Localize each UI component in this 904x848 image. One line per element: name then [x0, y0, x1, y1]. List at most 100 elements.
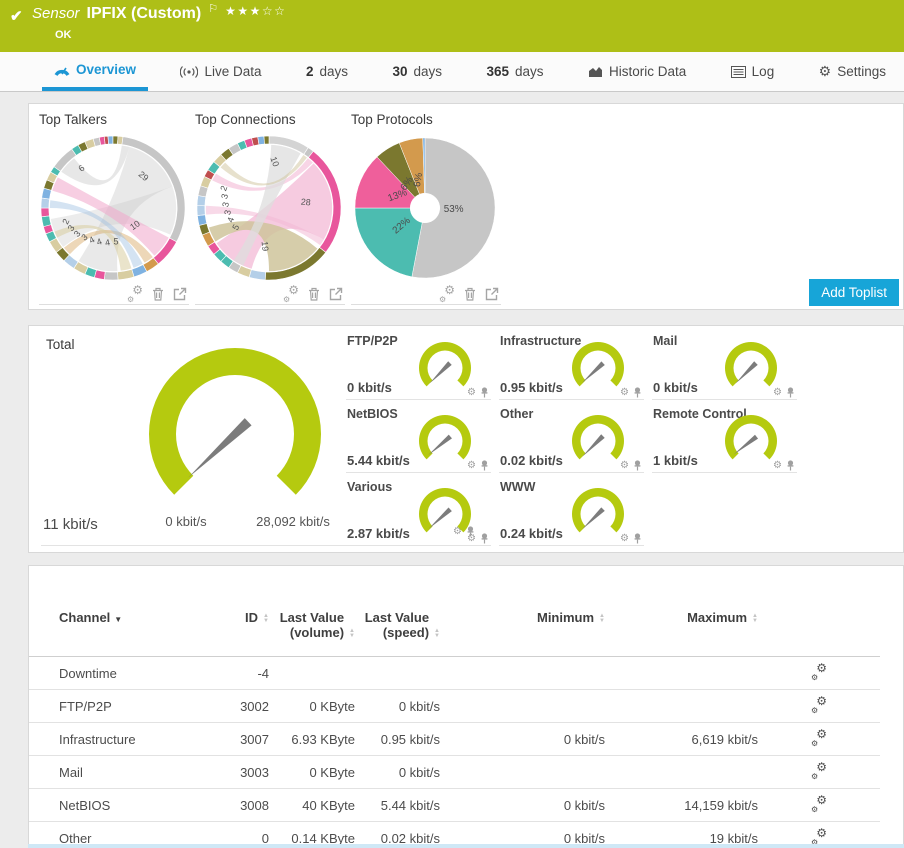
channel-settings-icon[interactable]	[811, 731, 827, 745]
top-connections-chord-chart[interactable]: 102819233345	[195, 134, 343, 282]
gauge-settings-gear-icon[interactable]	[620, 533, 629, 544]
pin-icon[interactable]	[786, 460, 795, 471]
toplist-settings-icon[interactable]	[283, 287, 299, 301]
channel-gauge	[419, 488, 471, 533]
channel-gauge-value: 5.44 kbit/s	[347, 453, 410, 468]
delete-trash-icon[interactable]	[464, 287, 476, 301]
pin-icon[interactable]	[786, 387, 795, 398]
delete-trash-icon[interactable]	[152, 287, 164, 301]
column-header-id[interactable]: ID	[207, 586, 269, 657]
toplist-settings-icon[interactable]	[439, 287, 455, 301]
gauge-cell-various: Various 2.87 kbit/s	[346, 478, 491, 546]
sort-icon	[434, 629, 440, 639]
pin-icon[interactable]	[480, 533, 489, 544]
sort-icon	[349, 629, 355, 639]
channel-settings-icon[interactable]	[811, 764, 827, 778]
channel-gauge	[572, 415, 624, 460]
minimum-value: 0 kbit/s	[563, 732, 605, 747]
live-data-icon	[180, 65, 199, 78]
tab-365-days[interactable]: 365 days	[474, 52, 555, 91]
minimum-value	[440, 690, 605, 723]
toplist-settings-icon[interactable]	[127, 287, 143, 301]
tab-overview[interactable]: Overview	[42, 52, 149, 91]
sensor-header: Sensor IPFIX (Custom) ★★★☆☆ OK	[0, 0, 904, 52]
channel-settings-icon[interactable]	[811, 830, 827, 844]
gauge-settings-gear-icon[interactable]	[620, 460, 629, 471]
status-badge: OK	[55, 29, 72, 41]
add-toplist-button[interactable]: Add Toplist	[809, 279, 899, 306]
column-header-maximum[interactable]: Maximum	[605, 586, 758, 657]
gauge-settings-gear-icon[interactable]	[467, 460, 476, 471]
channel-settings-icon[interactable]	[811, 797, 827, 811]
gauge-settings-gear-icon[interactable]	[467, 387, 476, 398]
toplist-card-top-connections: Top Connections 10 28 19 2 3 3 3 4 5	[195, 112, 345, 305]
top-talkers-chord-chart[interactable]: 62910233344 4 5	[39, 134, 187, 282]
channel-gauge-label: WWW	[500, 480, 536, 494]
flag-icon[interactable]	[208, 2, 218, 15]
open-external-icon[interactable]	[485, 287, 499, 301]
channel-link[interactable]: FTP/P2P	[29, 690, 207, 723]
channel-gauge-value: 1 kbit/s	[653, 453, 698, 468]
tab-settings[interactable]: ⚙ Settings	[807, 52, 898, 91]
channel-gauge	[572, 488, 624, 533]
top-protocols-pie-chart[interactable]: 53%22%13%6%6%	[351, 134, 499, 282]
channel-gauge-value: 0.95 kbit/s	[500, 380, 563, 395]
tab-2-days[interactable]: 2 days	[294, 52, 360, 91]
log-icon	[730, 65, 746, 78]
table-row-downtime: Downtime -4	[29, 657, 880, 690]
gauge-cell-icons	[773, 460, 795, 471]
pin-icon[interactable]	[633, 387, 642, 398]
last-value-speed: 5.44 kbit/s	[380, 798, 440, 813]
sort-desc-icon	[114, 615, 122, 624]
page-title: IPFIX (Custom)	[86, 5, 202, 22]
pin-icon[interactable]	[633, 460, 642, 471]
channel-gauge-value: 0.24 kbit/s	[500, 526, 563, 541]
svg-text:4: 4	[225, 216, 236, 224]
tab-label-number: 2	[305, 64, 314, 79]
delete-trash-icon[interactable]	[308, 287, 320, 301]
gauge-settings-gear-icon[interactable]	[773, 460, 782, 471]
tab-log[interactable]: Log	[719, 52, 787, 91]
column-header-channel[interactable]: Channel	[29, 586, 207, 657]
channel-id: 3007	[240, 732, 269, 747]
tab-live-data[interactable]: Live Data	[168, 52, 273, 91]
gauge-cell-icons	[467, 387, 489, 398]
toplist-icons	[439, 287, 499, 301]
gauge-settings-gear-icon[interactable]	[467, 533, 476, 544]
channel-link[interactable]: Downtime	[29, 657, 207, 690]
minimum-value	[440, 756, 605, 789]
gauge-scale-max: 28,092 kbit/s	[256, 514, 330, 529]
gauge-settings-gear-icon[interactable]	[773, 387, 782, 398]
last-value-volume: 0 KByte	[309, 699, 355, 714]
channel-table-header: Channel ID Last Value (volume) Last Valu…	[29, 586, 880, 657]
gauge-cell-icons	[467, 460, 489, 471]
tab-historic-data[interactable]: Historic Data	[576, 52, 698, 91]
gauge-cell-icons	[773, 387, 795, 398]
channel-gauge	[419, 415, 471, 460]
toplist-title: Top Talkers	[39, 112, 108, 127]
channel-settings-icon[interactable]	[811, 698, 827, 712]
pin-icon[interactable]	[480, 387, 489, 398]
channel-link[interactable]: Infrastructure	[29, 723, 207, 756]
open-external-icon[interactable]	[173, 287, 187, 301]
column-header-last-value-speed[interactable]: Last Value (speed)	[355, 586, 440, 657]
pin-icon[interactable]	[480, 460, 489, 471]
table-row-infrastructure: Infrastructure 3007 6.93 KByte 0.95 kbit/s 0…	[29, 723, 880, 756]
channel-link[interactable]: Mail	[29, 756, 207, 789]
priority-stars[interactable]: ★★★☆☆	[225, 4, 286, 18]
channel-gauge	[572, 342, 624, 387]
tab-label: days	[514, 64, 544, 79]
row-actions	[758, 657, 880, 690]
channel-gauge-label: Various	[347, 480, 393, 494]
column-header-minimum[interactable]: Minimum	[440, 586, 605, 657]
gauge-settings-gear-icon[interactable]	[620, 387, 629, 398]
tab-30-days[interactable]: 30 days	[380, 52, 454, 91]
channel-gauge-value: 0 kbit/s	[347, 380, 392, 395]
svg-text:3: 3	[220, 201, 231, 208]
channel-link[interactable]: NetBIOS	[29, 789, 207, 822]
pin-icon[interactable]	[633, 533, 642, 544]
open-external-icon[interactable]	[329, 287, 343, 301]
tab-label: Historic Data	[608, 64, 687, 79]
channel-settings-icon[interactable]	[811, 665, 827, 679]
column-header-last-value-volume[interactable]: Last Value (volume)	[269, 586, 355, 657]
